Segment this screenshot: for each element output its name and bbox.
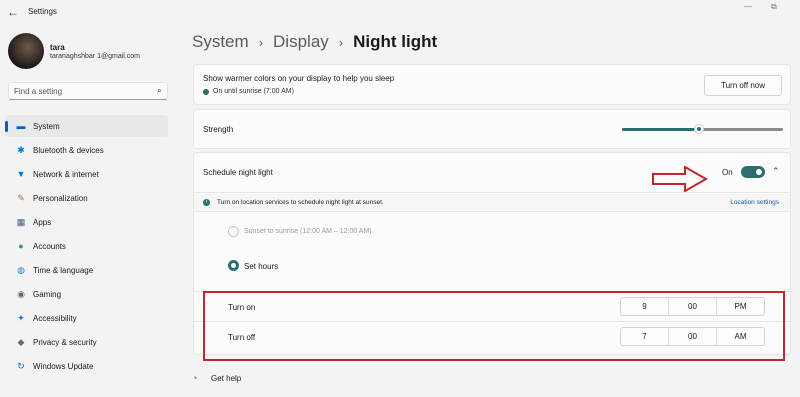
user-email: taranaghshbar 1@gmail.com — [50, 53, 140, 60]
breadcrumb-display[interactable]: Display — [273, 32, 329, 52]
sidebar-item-label: Network & internet — [33, 169, 99, 179]
turn-off-time-picker[interactable]: 7 00 AM — [620, 327, 765, 346]
sidebar: tara taranaghshbar 1@gmail.com ⌕ ▬ System… — [0, 24, 176, 397]
turn-off-label: Turn off — [228, 333, 256, 342]
get-help-label: Get help — [211, 374, 242, 383]
turn-on-hour[interactable]: 9 — [621, 298, 668, 315]
search-input[interactable] — [14, 85, 150, 97]
brush-icon: ✎ — [17, 192, 25, 203]
night-light-status: On until sunrise (7:00 AM) — [203, 88, 294, 95]
avatar[interactable] — [8, 33, 44, 69]
night-light-description: Show warmer colors on your display to he… — [203, 74, 395, 83]
help-icon: ◔ — [192, 373, 198, 383]
info-icon: i — [203, 199, 210, 206]
back-arrow-icon: ← — [7, 5, 19, 19]
wifi-icon: ▼ — [16, 169, 26, 179]
turn-off-hour[interactable]: 7 — [621, 328, 668, 345]
back-button[interactable]: ← — [4, 3, 22, 21]
sidebar-item-label: Accessibility — [33, 313, 77, 323]
breadcrumb: System › Display › Night light — [192, 32, 437, 52]
turn-off-minute[interactable]: 00 — [668, 328, 716, 345]
schedule-label: Schedule night light — [203, 168, 273, 177]
sidebar-item-label: System — [33, 121, 60, 131]
schedule-header[interactable]: Schedule night light On ⌃ — [194, 153, 790, 193]
sidebar-item-label: Privacy & security — [33, 337, 97, 347]
radio-set-hours-label: Set hours — [244, 262, 279, 271]
sidebar-item-accessibility[interactable]: ✦ Accessibility — [5, 307, 168, 329]
sidebar-item-system[interactable]: ▬ System — [5, 115, 168, 137]
restore-button[interactable]: ⧉ — [771, 2, 777, 12]
system-icon: ▬ — [16, 121, 26, 131]
user-name: tara — [50, 43, 65, 52]
sidebar-nav: ▬ System ✱ Bluetooth & devices ▼ Network & in… — [5, 115, 168, 379]
slider-thumb[interactable] — [694, 124, 705, 134]
turn-on-label: Turn on — [228, 303, 256, 312]
sidebar-item-label: Gaming — [33, 289, 62, 299]
breadcrumb-separator: › — [258, 35, 264, 50]
gaming-icon: ◉ — [17, 288, 25, 299]
sidebar-item-personalization[interactable]: ✎ Personalization — [5, 187, 168, 209]
status-text: On until sunrise (7:00 AM) — [213, 88, 294, 95]
chevron-up-icon[interactable]: ⌃ — [772, 166, 780, 177]
toggle-state-label: On — [722, 168, 733, 177]
sidebar-item-apps[interactable]: ▦ Apps — [5, 211, 168, 233]
accessibility-icon: ✦ — [17, 312, 25, 323]
status-dot-icon — [203, 88, 209, 95]
strength-slider[interactable] — [622, 124, 783, 134]
turn-off-period[interactable]: AM — [716, 328, 764, 345]
sidebar-item-label: Windows Update — [33, 361, 94, 371]
turn-off-now-button[interactable]: Turn off now — [704, 75, 782, 96]
title-bar: ← Settings — ⧉ — [0, 0, 800, 24]
location-info-bar: i Turn on location services to schedule … — [194, 194, 790, 212]
toggle-knob — [756, 169, 762, 175]
sidebar-item-windows-update[interactable]: ↻ Windows Update — [5, 355, 168, 377]
sidebar-item-accounts[interactable]: ● Accounts — [5, 235, 168, 257]
breadcrumb-system[interactable]: System — [192, 32, 249, 52]
search-box: ⌕ — [8, 82, 168, 100]
turn-on-time-picker[interactable]: 9 00 PM — [620, 297, 765, 316]
schedule-toggle[interactable] — [741, 166, 765, 178]
radio-sunset-to-sunrise[interactable] — [228, 226, 239, 237]
sidebar-item-time-language[interactable]: ◍ Time & language — [5, 259, 168, 281]
strength-card: Strength — [193, 109, 791, 149]
search-icon[interactable]: ⌕ — [157, 85, 162, 96]
turn-off-row: Turn off 7 00 AM — [194, 321, 790, 351]
sidebar-item-privacy-security[interactable]: ◆ Privacy & security — [5, 331, 168, 353]
turn-on-row: Turn on 9 00 PM — [194, 291, 790, 321]
night-light-status-card: Show warmer colors on your display to he… — [193, 64, 791, 105]
globe-icon: ◍ — [17, 264, 25, 275]
accounts-icon: ● — [18, 241, 24, 251]
minimize-button[interactable]: — — [744, 2, 752, 11]
breadcrumb-separator: › — [338, 35, 344, 50]
sidebar-item-network-internet[interactable]: ▼ Network & internet — [5, 163, 168, 185]
location-settings-link[interactable]: Location settings — [730, 199, 779, 206]
strength-label: Strength — [203, 125, 234, 134]
radio-sunset-label: Sunset to sunrise (12:00 AM – 12:00 AM) — [244, 228, 372, 235]
sidebar-item-gaming[interactable]: ◉ Gaming — [5, 283, 168, 305]
turn-on-minute[interactable]: 00 — [668, 298, 716, 315]
page-title: Night light — [353, 32, 438, 51]
sidebar-item-label: Personalization — [33, 193, 88, 203]
sidebar-item-bluetooth-devices[interactable]: ✱ Bluetooth & devices — [5, 139, 168, 161]
get-help-link[interactable]: ◔ Get help — [192, 373, 241, 384]
sidebar-item-label: Apps — [33, 217, 52, 227]
sidebar-item-label: Accounts — [33, 241, 66, 251]
sidebar-item-label: Bluetooth & devices — [33, 145, 104, 155]
app-title: Settings — [28, 7, 57, 16]
shield-icon: ◆ — [17, 336, 25, 347]
radio-set-hours[interactable] — [228, 260, 239, 271]
turn-on-period[interactable]: PM — [716, 298, 764, 315]
bluetooth-icon: ✱ — [17, 144, 25, 155]
apps-icon: ▦ — [16, 216, 26, 227]
slider-fill — [622, 128, 700, 131]
update-icon: ↻ — [17, 360, 25, 371]
sidebar-item-label: Time & language — [33, 265, 94, 275]
schedule-card: Schedule night light On ⌃ i Turn on loca… — [193, 152, 791, 355]
info-text: Turn on location services to schedule ni… — [217, 199, 384, 206]
